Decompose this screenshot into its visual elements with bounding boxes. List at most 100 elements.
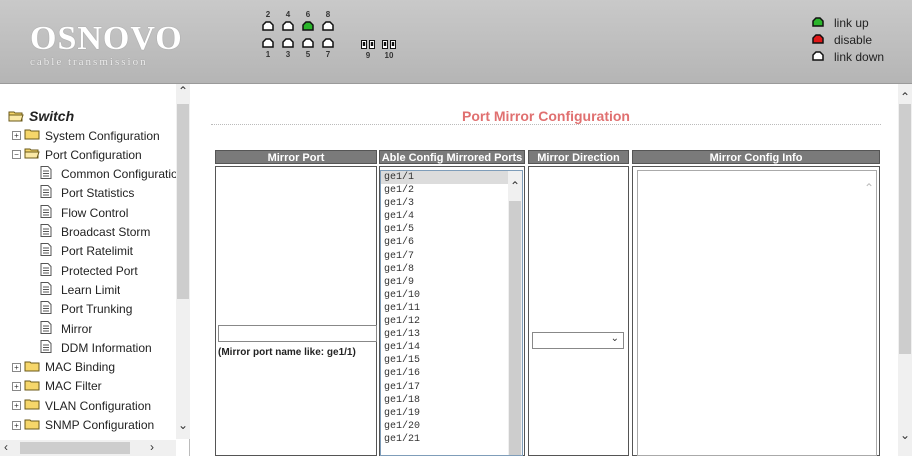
expand-toggle-icon[interactable]: + <box>12 362 21 372</box>
port-1-icon[interactable] <box>262 38 274 48</box>
sidebar-item-mac-binding[interactable]: + MAC Binding <box>12 358 115 377</box>
port-status-icon <box>812 16 834 30</box>
mirrored-port-option[interactable]: ge1/15 <box>381 354 522 367</box>
sidebar-item-label: System Configuration <box>45 128 160 143</box>
folder-icon <box>24 128 45 143</box>
collapse-toggle-icon[interactable]: − <box>12 150 21 160</box>
legend-item: link down <box>812 48 884 65</box>
sfp-port-10-icon[interactable] <box>382 40 396 50</box>
expand-toggle-icon[interactable]: + <box>12 420 21 430</box>
port-number-label: 1 <box>265 50 271 59</box>
expand-toggle-icon[interactable]: + <box>12 381 21 391</box>
sidebar-item-system-configuration[interactable]: + System Configuration <box>12 126 160 145</box>
main-scroll-thumb[interactable] <box>899 104 911 354</box>
sidebar-item-port-trunking[interactable]: Port Trunking <box>40 300 132 319</box>
port-5-icon[interactable] <box>302 38 314 48</box>
mirrored-port-option[interactable]: ge1/10 <box>381 289 522 302</box>
scroll-up-icon[interactable]: ⌃ <box>864 181 874 195</box>
sidebar-item-broadcast-storm[interactable]: Broadcast Storm <box>40 223 150 242</box>
sidebar-item-snmp-configuration[interactable]: + SNMP Configuration <box>12 416 154 435</box>
ports-list-scrollbar[interactable]: ⌃ <box>508 171 522 455</box>
expand-toggle-icon[interactable]: + <box>12 401 21 411</box>
sidebar-item-flow-control[interactable]: Flow Control <box>40 203 128 222</box>
mirrored-port-option[interactable]: ge1/6 <box>381 236 522 249</box>
sidebar-item-mirror[interactable]: Mirror <box>40 319 92 338</box>
mirror-port-input[interactable] <box>218 325 377 342</box>
sidebar-item-port-configuration[interactable]: − Port Configuration <box>12 145 142 164</box>
mirrored-port-option[interactable]: ge1/11 <box>381 302 522 315</box>
sidebar-item-mac-filter[interactable]: + MAC Filter <box>12 377 102 396</box>
mirrored-port-option[interactable]: ge1/13 <box>381 328 522 341</box>
legend-label: link up <box>834 15 869 30</box>
mirrored-port-option[interactable]: ge1/17 <box>381 381 522 394</box>
port-number-label: 4 <box>285 10 291 19</box>
mirrored-port-option[interactable]: ge1/1 <box>381 171 522 185</box>
sidebar-item-label: Port Statistics <box>61 186 135 201</box>
sidebar-hscroll-thumb[interactable] <box>20 442 130 454</box>
port-6-icon[interactable] <box>302 21 314 31</box>
scroll-up-icon[interactable]: ⌃ <box>510 179 520 193</box>
mirrored-port-option[interactable]: ge1/8 <box>381 263 522 276</box>
mirrored-port-option[interactable]: ge1/2 <box>381 184 522 197</box>
sidebar-item-label: DDM Information <box>61 340 152 355</box>
sidebar-vertical-scrollbar[interactable]: ⌃ ⌄ <box>176 84 190 439</box>
mirrored-port-option[interactable]: ge1/18 <box>381 394 522 407</box>
document-icon <box>40 262 61 279</box>
mirrored-port-option[interactable]: ge1/16 <box>381 367 522 380</box>
sidebar-item-common-configuratio[interactable]: Common Configuratio <box>40 165 178 184</box>
document-icon <box>40 204 61 221</box>
port-8-icon[interactable] <box>322 21 334 31</box>
scroll-up-icon[interactable]: ⌃ <box>900 90 910 104</box>
port-number-label: 7 <box>325 50 331 59</box>
column-header-mirrored-ports: Able Config Mirrored Ports <box>379 150 525 164</box>
scroll-down-icon[interactable]: ⌄ <box>900 428 910 442</box>
port-7-icon[interactable] <box>322 38 334 48</box>
scroll-right-icon[interactable]: › <box>150 440 154 454</box>
document-icon <box>40 224 61 240</box>
document-icon <box>40 339 61 356</box>
port-2-icon[interactable] <box>262 21 274 31</box>
port-4-icon[interactable] <box>282 21 294 31</box>
mirrored-port-option[interactable]: ge1/21 <box>381 433 522 446</box>
sidebar-item-label: Port Ratelimit <box>61 244 134 259</box>
tree-root-switch[interactable]: Switch <box>8 106 74 125</box>
sidebar-scroll-thumb[interactable] <box>177 104 189 299</box>
mirror-direction-cell <box>528 166 629 456</box>
legend-item: link up <box>812 14 884 31</box>
scroll-left-icon[interactable]: ‹ <box>4 440 8 454</box>
mirrored-port-option[interactable]: ge1/4 <box>381 210 522 223</box>
legend-item: disable <box>812 31 884 48</box>
sidebar-item-vlan-configuration[interactable]: + VLAN Configuration <box>12 396 151 415</box>
mirrored-port-option[interactable]: ge1/20 <box>381 420 522 433</box>
sidebar-horizontal-scrollbar[interactable]: ‹ › <box>0 440 176 456</box>
sfp-port-9-icon[interactable] <box>361 40 375 50</box>
mirror-direction-select[interactable]: ⌄ <box>532 332 624 349</box>
mirrored-port-option[interactable]: ge1/14 <box>381 341 522 354</box>
sidebar-item-port-statistics[interactable]: Port Statistics <box>40 184 134 203</box>
sidebar-item-ddm-information[interactable]: DDM Information <box>40 338 152 357</box>
sidebar-item-protected-port[interactable]: Protected Port <box>40 261 138 280</box>
legend-label: link down <box>834 49 885 64</box>
expand-toggle-icon[interactable]: + <box>12 131 21 140</box>
mirror-config-info-box[interactable]: ⌃ <box>637 170 877 456</box>
column-header-mirror-port: Mirror Port <box>215 150 377 164</box>
logo-name: OSNOVO <box>30 20 183 57</box>
mirrored-port-option[interactable]: ge1/5 <box>381 223 522 236</box>
scroll-up-icon[interactable]: ⌃ <box>178 84 188 98</box>
mirrored-port-option[interactable]: ge1/12 <box>381 315 522 328</box>
ports-list-scroll-thumb[interactable] <box>509 201 521 455</box>
mirrored-ports-items: ge1/1 ge1/2 ge1/3 ge1/4 ge1/5 ge1/6 ge1/7 ge1/8… <box>381 171 522 446</box>
main-vertical-scrollbar[interactable]: ⌃ ⌄ <box>898 84 912 456</box>
mirrored-port-option[interactable]: ge1/9 <box>381 276 522 289</box>
sidebar-item-port-ratelimit[interactable]: Port Ratelimit <box>40 242 133 261</box>
sidebar-item-learn-limit[interactable]: Learn Limit <box>40 280 120 299</box>
mirrored-port-option[interactable]: ge1/3 <box>381 197 522 210</box>
mirrored-port-option[interactable]: ge1/19 <box>381 407 522 420</box>
mirrored-port-option[interactable]: ge1/7 <box>381 250 522 263</box>
document-icon <box>40 301 61 317</box>
sidebar: Switch + System Configuration − Port Config… <box>0 84 190 456</box>
sidebar-item-label: VLAN Configuration <box>45 398 152 413</box>
port-3-icon[interactable] <box>282 38 294 48</box>
mirrored-ports-listbox[interactable]: ge1/1 ge1/2 ge1/3 ge1/4 ge1/5 ge1/6 ge1/7 ge1/8… <box>380 170 523 456</box>
scroll-down-icon[interactable]: ⌄ <box>178 418 188 432</box>
